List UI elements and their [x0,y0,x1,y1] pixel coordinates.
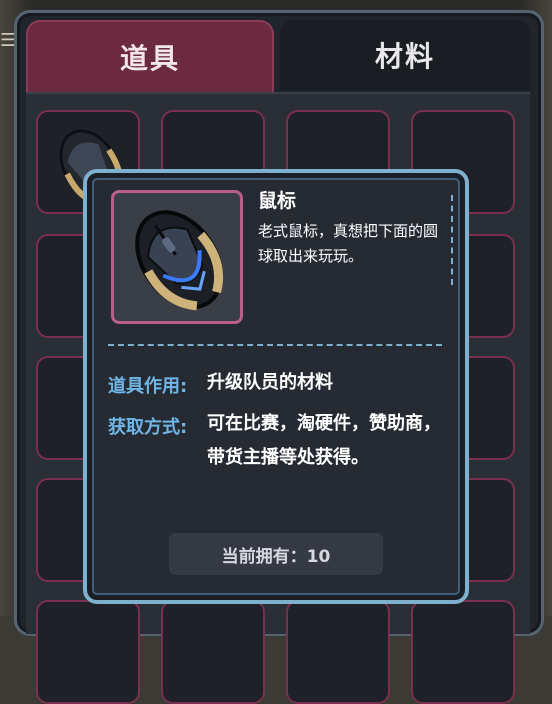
tab-items[interactable]: 道具 [26,20,274,92]
usage-label: 道具作用: [108,376,188,397]
tab-materials[interactable]: 材料 [280,20,530,90]
source-label: 获取方式: [108,417,188,438]
tooltip-divider [108,344,442,346]
usage-value: 升级队员的材料 [207,372,333,393]
item-icon-frame [111,190,243,324]
item-description: 老式鼠标，真想把下面的圆球取出来玩玩。 [258,222,439,265]
gaming-mouse-icon [135,210,224,311]
source-value: 可在比赛，淘硬件，赞助商，带货主播等处获得。 [207,413,441,468]
tooltip-dash-decoration [451,195,453,285]
menu-icon[interactable]: ☰ [0,30,16,52]
owned-count: 当前拥有：10 [169,533,383,575]
item-name: 鼠标 [258,190,297,212]
